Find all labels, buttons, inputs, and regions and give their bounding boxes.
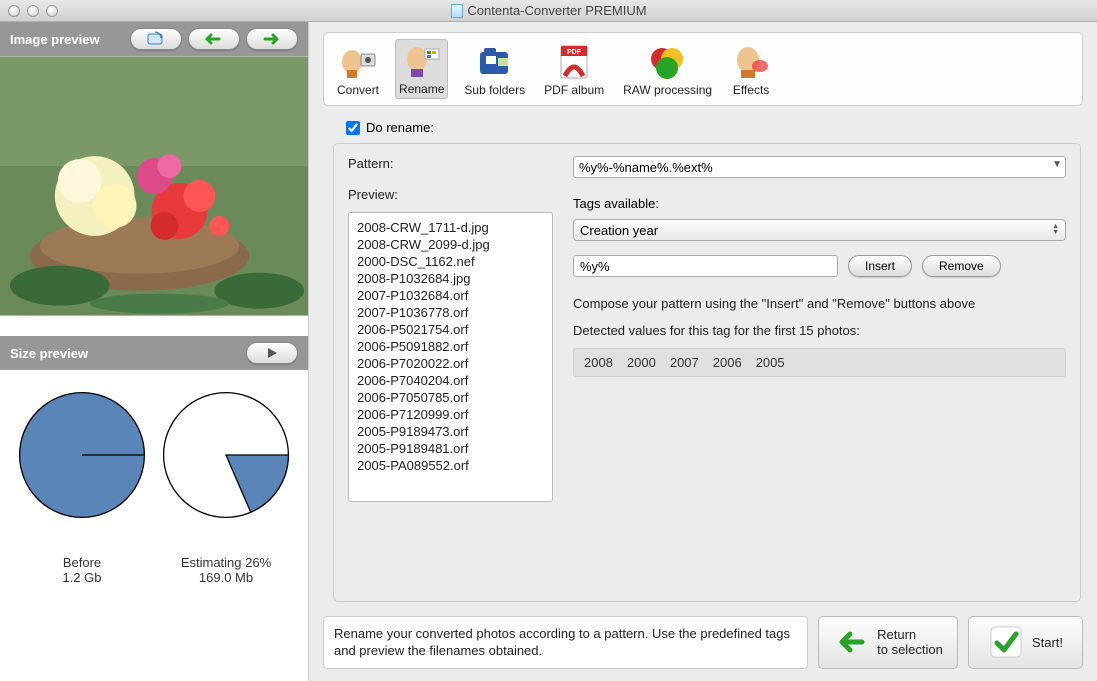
pie-after-label: Estimating 26%	[181, 555, 271, 570]
check-icon	[988, 624, 1024, 660]
bottom-bar: Rename your converted photos according t…	[323, 616, 1083, 669]
image-preview-header: Image preview	[0, 22, 308, 56]
preview-item: 2007-P1036778.orf	[357, 304, 544, 321]
size-preview: Before 1.2 Gb Estimating 26% 169.0 Mb	[0, 370, 308, 605]
do-rename-checkbox[interactable]	[346, 121, 360, 135]
preview-item: 2006-P7050785.orf	[357, 389, 544, 406]
preview-item: 2006-P7020022.orf	[357, 355, 544, 372]
window-close-button[interactable]	[8, 5, 20, 17]
preview-item: 2005-P9189481.orf	[357, 440, 544, 457]
toolbar-pdfalbum[interactable]: PDF PDF album	[541, 41, 607, 99]
preview-label: Preview:	[348, 187, 553, 202]
preview-list: 2008-CRW_1711-d.jpg2008-CRW_2099-d.jpg20…	[348, 212, 553, 502]
raw-icon	[648, 43, 688, 81]
rename-icon	[402, 42, 442, 80]
image-preview-label: Image preview	[10, 32, 100, 47]
toolbar-subfolders-label: Sub folders	[464, 83, 525, 97]
pie-before-chart	[17, 390, 147, 520]
pattern-input[interactable]	[573, 156, 1066, 178]
start-button[interactable]: Start!	[968, 616, 1083, 669]
insert-button[interactable]: Insert	[848, 255, 912, 277]
arrow-left-icon	[201, 32, 227, 46]
pie-after-chart	[161, 390, 291, 520]
app-doc-icon	[450, 4, 462, 18]
size-preview-label: Size preview	[10, 346, 88, 361]
preview-item: 2006-P5091882.orf	[357, 338, 544, 355]
toolbar-convert[interactable]: Convert	[334, 41, 382, 99]
detected-value: 2000	[627, 355, 656, 370]
detected-value: 2008	[584, 355, 613, 370]
toolbar-rename[interactable]: Rename	[395, 39, 448, 99]
left-column: Image preview	[0, 22, 309, 681]
remove-button[interactable]: Remove	[922, 255, 1001, 277]
preview-item: 2008-P1032684.jpg	[357, 270, 544, 287]
hint-box: Rename your converted photos according t…	[323, 616, 808, 669]
convert-icon	[338, 43, 378, 81]
tags-available-label: Tags available:	[573, 196, 1066, 211]
pie-after: Estimating 26% 169.0 Mb	[161, 390, 291, 585]
pie-before-value: 1.2 Gb	[62, 570, 101, 585]
rotate-button[interactable]	[130, 28, 182, 50]
toolbar: Convert Rename Sub folders PDF PDF album	[323, 32, 1083, 106]
detected-value: 2007	[670, 355, 699, 370]
preview-item: 2008-CRW_1711-d.jpg	[357, 219, 544, 236]
prev-image-button[interactable]	[188, 28, 240, 50]
preview-item: 2005-P9189473.orf	[357, 423, 544, 440]
pattern-dropdown-arrow[interactable]: ▼	[1052, 159, 1062, 170]
detected-values: 2008 2000 2007 2006 2005	[573, 348, 1066, 377]
toolbar-convert-label: Convert	[337, 83, 379, 97]
toolbar-rename-label: Rename	[399, 82, 444, 96]
compose-hint: Compose your pattern using the "Insert" …	[573, 295, 1066, 313]
preview-item: 2006-P7040204.orf	[357, 372, 544, 389]
pie-before-label: Before	[63, 555, 101, 570]
image-preview	[0, 56, 308, 316]
do-rename-label: Do rename:	[366, 120, 434, 135]
subfolders-icon	[475, 43, 515, 81]
preview-item: 2005-PA089552.orf	[357, 457, 544, 474]
svg-text:PDF: PDF	[567, 49, 582, 56]
tag-select[interactable]: Creation year ▲▼	[573, 219, 1066, 241]
return-button-label: Returnto selection	[877, 627, 943, 658]
pdf-icon: PDF	[554, 43, 594, 81]
tag-value-input[interactable]	[573, 255, 838, 277]
toolbar-effects[interactable]: Effects	[728, 41, 774, 99]
start-button-label: Start!	[1032, 635, 1063, 651]
do-rename-row: Do rename:	[346, 120, 1083, 135]
next-image-button[interactable]	[246, 28, 298, 50]
preview-item: 2008-CRW_2099-d.jpg	[357, 236, 544, 253]
rotate-icon	[145, 31, 167, 47]
effects-icon	[731, 43, 771, 81]
return-button[interactable]: Returnto selection	[818, 616, 958, 669]
toolbar-raw-label: RAW processing	[623, 83, 712, 97]
titlebar: Contenta-Converter PREMIUM	[0, 0, 1097, 22]
toolbar-subfolders[interactable]: Sub folders	[461, 41, 528, 99]
window-title-text: Contenta-Converter PREMIUM	[467, 3, 646, 18]
toolbar-effects-label: Effects	[733, 83, 769, 97]
window-minimize-button[interactable]	[27, 5, 39, 17]
arrow-right-icon	[259, 32, 285, 46]
pie-before: Before 1.2 Gb	[17, 390, 147, 585]
right-column: Convert Rename Sub folders PDF PDF album	[309, 22, 1097, 681]
toolbar-raw[interactable]: RAW processing	[620, 41, 715, 99]
pie-after-value: 169.0 Mb	[199, 570, 253, 585]
rename-panel: Pattern: Preview: 2008-CRW_1711-d.jpg200…	[333, 143, 1081, 602]
window-title: Contenta-Converter PREMIUM	[450, 3, 646, 18]
window-zoom-button[interactable]	[46, 5, 58, 17]
detected-value: 2006	[713, 355, 742, 370]
arrow-left-icon	[833, 624, 869, 660]
pattern-label: Pattern:	[348, 156, 553, 171]
preview-item: 2007-P1032684.orf	[357, 287, 544, 304]
size-preview-header: Size preview	[0, 336, 308, 370]
play-icon	[265, 346, 279, 360]
preview-item: 2006-P7120999.orf	[357, 406, 544, 423]
stepper-icon: ▲▼	[1052, 224, 1059, 236]
detected-value: 2005	[756, 355, 785, 370]
preview-item: 2000-DSC_1162.nef	[357, 253, 544, 270]
tag-select-value: Creation year	[580, 223, 658, 238]
play-button[interactable]	[246, 342, 298, 364]
detected-hint: Detected values for this tag for the fir…	[573, 323, 1066, 338]
preview-item: 2006-P5021754.orf	[357, 321, 544, 338]
toolbar-pdfalbum-label: PDF album	[544, 83, 604, 97]
